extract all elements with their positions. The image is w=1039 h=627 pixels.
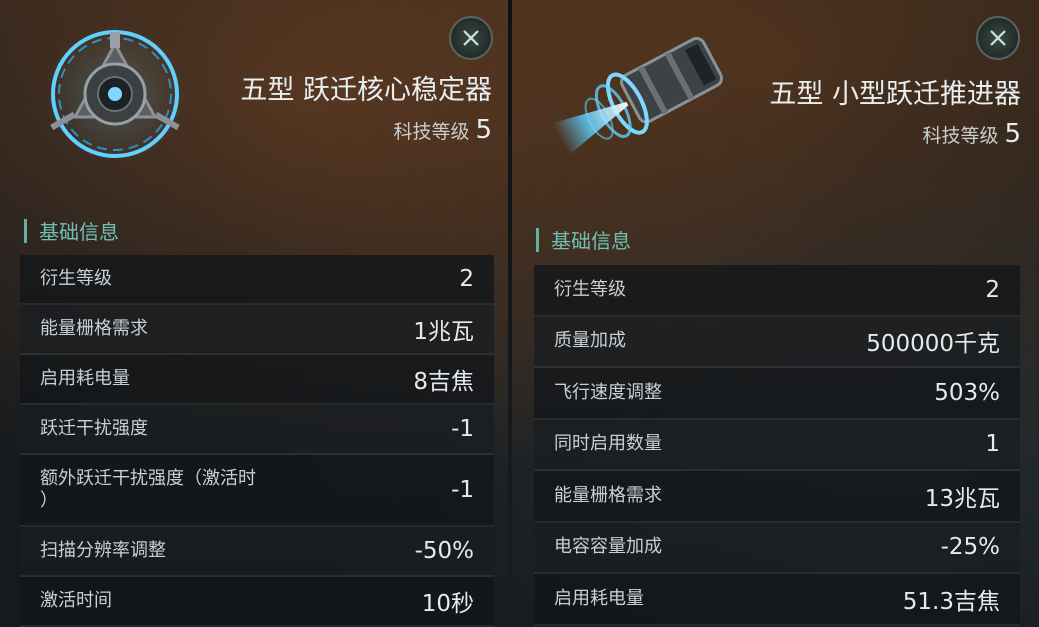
attribute-row: 额外跃迁干扰强度（激活时 ） -1 <box>20 455 494 527</box>
attribute-row: 飞行速度调整 503% <box>534 368 1020 420</box>
attribute-value: -1 <box>451 416 474 442</box>
section-header-basic-info: 基础信息 <box>24 216 119 245</box>
attribute-label: 同时启用数量 <box>554 433 662 455</box>
close-button[interactable] <box>449 16 493 60</box>
tech-level-value: 5 <box>1004 119 1021 149</box>
close-x-icon <box>990 30 1006 46</box>
attribute-row: 衍生等级 2 <box>534 265 1020 317</box>
attribute-row: 激活时间 10秒 <box>20 577 494 627</box>
attribute-label: 飞行速度调整 <box>554 381 662 403</box>
attribute-row: 启用耗电量 8吉焦 <box>20 355 494 405</box>
attribute-label: 激活时间 <box>40 590 112 611</box>
attribute-label: 能量栅格需求 <box>40 318 148 339</box>
attribute-value: 1兆瓦 <box>413 319 474 345</box>
attribute-row: 质量加成 500000千克 <box>534 316 1020 368</box>
attribute-row: 启用耗电量 51.3吉焦 <box>534 574 1020 626</box>
attribute-label: 质量加成 <box>554 330 626 352</box>
item-title: 五型 小型跃迁推进器 <box>769 79 1021 110</box>
attribute-value: 1 <box>985 431 1000 458</box>
tech-level-label: 科技等级 <box>922 125 999 147</box>
item-info-panel-left: 五型 跃迁核心稳定器 科技等级 5 基础信息 衍生等级 2 能量栅格需求 1兆瓦… <box>0 0 508 627</box>
attribute-value: 8吉焦 <box>413 369 474 395</box>
attribute-value: 13兆瓦 <box>924 485 1000 512</box>
attribute-value: 503% <box>934 379 1000 406</box>
attribute-label: 启用耗电量 <box>40 368 130 389</box>
attribute-label: 衍生等级 <box>40 268 112 289</box>
tech-level-label: 科技等级 <box>393 121 470 143</box>
attribute-list: 衍生等级 2 能量栅格需求 1兆瓦 启用耗电量 8吉焦 跃迁干扰强度 -1 额外… <box>20 255 494 627</box>
attribute-value: 2 <box>459 266 474 292</box>
attribute-label: 衍生等级 <box>554 278 626 300</box>
attribute-label: 电容容量加成 <box>554 536 662 558</box>
tech-level: 科技等级 5 <box>922 119 1021 149</box>
attribute-list: 衍生等级 2 质量加成 500000千克 飞行速度调整 503% 同时启用数量 … <box>534 265 1020 626</box>
attribute-row: 能量栅格需求 1兆瓦 <box>20 305 494 355</box>
attribute-value: 2 <box>985 276 1000 303</box>
tech-level: 科技等级 5 <box>393 115 492 145</box>
warp-core-stabilizer-icon <box>40 22 190 172</box>
attribute-value: 500000千克 <box>866 331 1000 358</box>
tech-level-value: 5 <box>475 115 492 145</box>
attribute-value: 51.3吉焦 <box>902 588 1000 615</box>
section-marker <box>24 218 27 243</box>
attribute-row: 衍生等级 2 <box>20 255 494 305</box>
section-title: 基础信息 <box>39 220 119 244</box>
item-info-panel-right: 五型 小型跃迁推进器 科技等级 5 基础信息 衍生等级 2 质量加成 50000… <box>512 0 1039 627</box>
attribute-row: 扫描分辨率调整 -50% <box>20 527 494 577</box>
warp-thruster-icon <box>542 22 742 172</box>
section-header-basic-info: 基础信息 <box>536 225 631 254</box>
attribute-label: 跃迁干扰强度 <box>40 418 148 439</box>
attribute-row: 同时启用数量 1 <box>534 419 1020 471</box>
attribute-label: 能量栅格需求 <box>554 484 662 506</box>
attribute-label: 扫描分辨率调整 <box>40 540 166 561</box>
attribute-row: 能量栅格需求 13兆瓦 <box>534 471 1020 523</box>
close-x-icon <box>463 30 479 46</box>
section-marker <box>536 227 539 252</box>
attribute-value: 10秒 <box>421 591 474 617</box>
attribute-label: 额外跃迁干扰强度（激活时 ） <box>40 468 256 511</box>
section-title: 基础信息 <box>551 229 631 253</box>
attribute-label: 启用耗电量 <box>554 587 644 609</box>
attribute-value: -25% <box>940 534 1000 561</box>
attribute-value: -50% <box>414 538 474 564</box>
close-button[interactable] <box>976 16 1020 60</box>
attribute-row: 电容容量加成 -25% <box>534 522 1020 574</box>
attribute-row: 跃迁干扰强度 -1 <box>20 405 494 455</box>
item-title: 五型 跃迁核心稳定器 <box>240 75 492 106</box>
attribute-value: -1 <box>451 477 474 503</box>
